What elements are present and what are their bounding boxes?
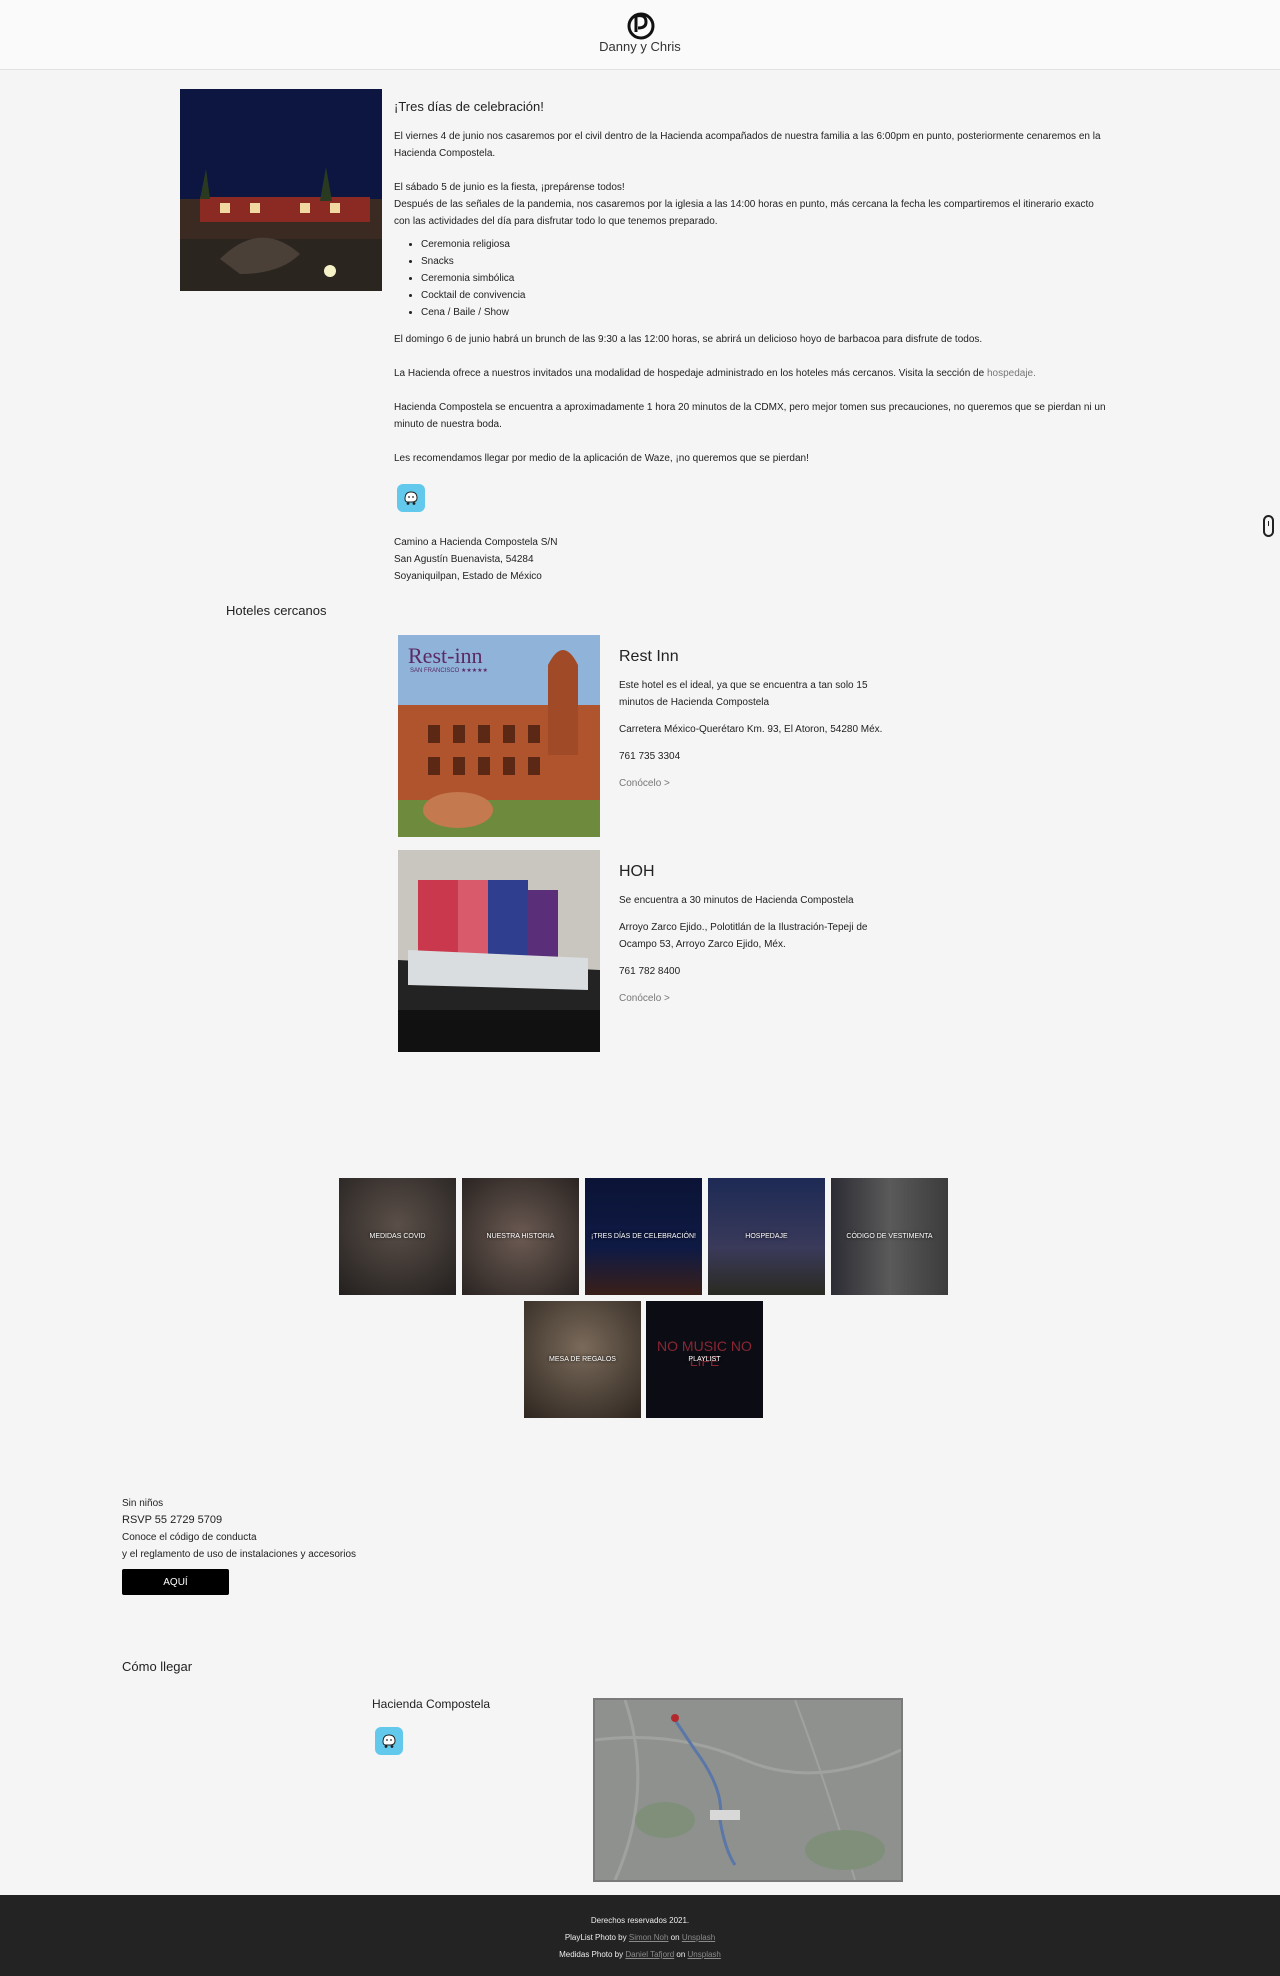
brand-name[interactable]: Danny y Chris	[540, 39, 740, 54]
tile-medidas-covid[interactable]: MEDIDAS COVID	[339, 1178, 456, 1295]
intro-paragraph-saturday: Después de las señales de la pandemia, n…	[394, 199, 1094, 227]
credit-author-link[interactable]: Daniel Tafjord	[625, 1950, 674, 1959]
tile-label: HOSPEDAJE	[745, 1233, 788, 1240]
hacienda-night-photo	[180, 89, 382, 291]
schedule-item: Ceremonia religiosa	[421, 236, 1106, 253]
rsvp-phone[interactable]: RSVP 55 2729 5709	[122, 1512, 522, 1529]
photo-credit-medidas: Medidas Photo by Daniel Tafjord on Unspl…	[0, 1950, 1280, 1959]
tile-nuestra-historia[interactable]: NUESTRA HISTORIA	[462, 1178, 579, 1295]
tile-label: ¡TRES DÍAS DE CELEBRACIÓN!	[590, 1233, 697, 1240]
hotel-link[interactable]: Conócelo >	[619, 778, 670, 789]
site-footer: Derechos reservados 2021. PlayList Photo…	[0, 1895, 1280, 1976]
rest-inn-logo: Rest-inn	[408, 643, 483, 668]
photo-credit-playlist: PlayList Photo by Simon Noh on Unsplash	[0, 1933, 1280, 1942]
tile-label: NUESTRA HISTORIA	[486, 1233, 555, 1240]
credit-on: on	[670, 1933, 680, 1942]
tile-codigo-vestimenta[interactable]: CÓDIGO DE VESTIMENTA	[831, 1178, 948, 1295]
schedule-item: Snacks	[421, 253, 1106, 270]
hotel-address: Arroyo Zarco Ejido., Polotitlán de la Il…	[619, 922, 868, 950]
tile-hospedaje[interactable]: HOSPEDAJE	[708, 1178, 825, 1295]
conduct-note: Conoce el código de conducta	[122, 1532, 257, 1543]
scroll-mouse-icon[interactable]	[1263, 515, 1274, 537]
address-line: Camino a Hacienda Compostela S/N	[394, 537, 558, 548]
copyright: Derechos reservados 2021.	[590, 1916, 690, 1925]
rest-inn-logo-sub: SAN FRANCISCO ★★★★★	[410, 668, 488, 674]
rest-inn-photo[interactable]: Rest-inn SAN FRANCISCO ★★★★★	[398, 635, 600, 837]
hotel-description: Se encuentra a 30 minutos de Hacienda Co…	[619, 895, 854, 906]
credit-prefix: PlayList Photo by	[564, 1933, 627, 1942]
dc-monogram-icon[interactable]	[624, 10, 658, 40]
venue-address: Camino a Hacienda Compostela S/N San Agu…	[394, 534, 1106, 585]
hotel-address: Carretera México-Querétaro Km. 93, El At…	[619, 724, 883, 735]
waze-icon	[382, 1734, 396, 1748]
address-line: Soyaniquilpan, Estado de México	[394, 571, 542, 582]
waze-button[interactable]	[397, 484, 425, 512]
schedule-item: Ceremonia simbólica	[421, 270, 1106, 287]
neon-sign: NO MUSIC NO LIFE	[657, 1338, 752, 1369]
directions-title: Cómo llegar	[122, 1659, 193, 1674]
lodging-text: La Hacienda ofrece a nuestros invitados …	[394, 368, 985, 379]
waze-icon	[404, 491, 418, 505]
venue-name: Hacienda Compostela	[372, 1697, 491, 1711]
hotel-description: Este hotel es el ideal, ya que se encuen…	[619, 680, 868, 708]
hotels-title: Hoteles cercanos	[226, 603, 327, 618]
hotel-card-rest-inn: Rest Inn Este hotel es el ideal, ya que …	[619, 648, 889, 802]
intro-paragraph-lodging: La Hacienda ofrece a nuestros invitados …	[394, 365, 1106, 382]
hotel-phone[interactable]: 761 735 3304	[619, 748, 889, 765]
no-kids-note: Sin niños	[122, 1498, 164, 1509]
credit-site-link[interactable]: Unsplash	[682, 1933, 715, 1942]
top-bar: Danny y Chris	[0, 0, 1280, 70]
intro-title: ¡Tres días de celebración!	[394, 99, 544, 114]
credit-author-link[interactable]: Simon Noh	[629, 1933, 669, 1942]
hotel-name: Rest Inn	[619, 648, 679, 665]
address-line: San Agustín Buenavista, 54284	[394, 554, 534, 565]
rules-note: y el reglamento de uso de instalaciones …	[122, 1549, 357, 1560]
credit-prefix: Medidas Photo by	[559, 1950, 624, 1959]
credit-site-link[interactable]: Unsplash	[688, 1950, 721, 1959]
intro-section: ¡Tres días de celebración! El viernes 4 …	[394, 96, 1106, 585]
map-pin-icon	[671, 1714, 679, 1722]
credit-on: on	[676, 1950, 686, 1959]
notes-section: Sin niños RSVP 55 2729 5709 Conoce el có…	[122, 1495, 522, 1563]
aqui-button[interactable]: AQUÍ	[122, 1569, 229, 1595]
hotel-link[interactable]: Conócelo >	[619, 993, 670, 1004]
hotel-card-hoh: HOH Se encuentra a 30 minutos de Haciend…	[619, 863, 889, 1017]
tile-label: MEDIDAS COVID	[369, 1233, 426, 1240]
intro-paragraph-friday: El viernes 4 de junio nos casaremos por …	[394, 131, 1101, 159]
hotel-name: HOH	[619, 863, 655, 880]
directions-waze-button[interactable]	[375, 1727, 403, 1755]
tile-playlist[interactable]: NO MUSIC NO LIFE PLAYLIST	[646, 1301, 763, 1418]
hotel-phone[interactable]: 761 782 8400	[619, 963, 889, 980]
intro-paragraph-sunday: El domingo 6 de junio habrá un brunch de…	[394, 334, 983, 345]
route-map[interactable]	[593, 1698, 903, 1882]
hoh-photo[interactable]	[398, 850, 600, 1052]
schedule-item: Cocktail de convivencia	[421, 287, 1106, 304]
schedule-list: Ceremonia religiosa Snacks Ceremonia sim…	[421, 236, 1106, 321]
tile-label: PLAYLIST	[688, 1356, 721, 1363]
tile-label: CÓDIGO DE VESTIMENTA	[846, 1233, 933, 1240]
tile-tres-dias[interactable]: ¡TRES DÍAS DE CELEBRACIÓN!	[585, 1178, 702, 1295]
schedule-item: Cena / Baile / Show	[421, 304, 1106, 321]
tile-mesa-regalos[interactable]: MESA DE REGALOS	[524, 1301, 641, 1418]
tile-label: MESA DE REGALOS	[549, 1356, 616, 1363]
hospedaje-link[interactable]: hospedaje.	[987, 368, 1036, 379]
intro-paragraph-distance: Hacienda Compostela se encuentra a aprox…	[394, 402, 1106, 430]
intro-paragraph-waze: Les recomendamos llegar por medio de la …	[394, 453, 809, 464]
intro-paragraph-saturday-title: El sábado 5 de junio es la fiesta, ¡prep…	[394, 182, 625, 193]
